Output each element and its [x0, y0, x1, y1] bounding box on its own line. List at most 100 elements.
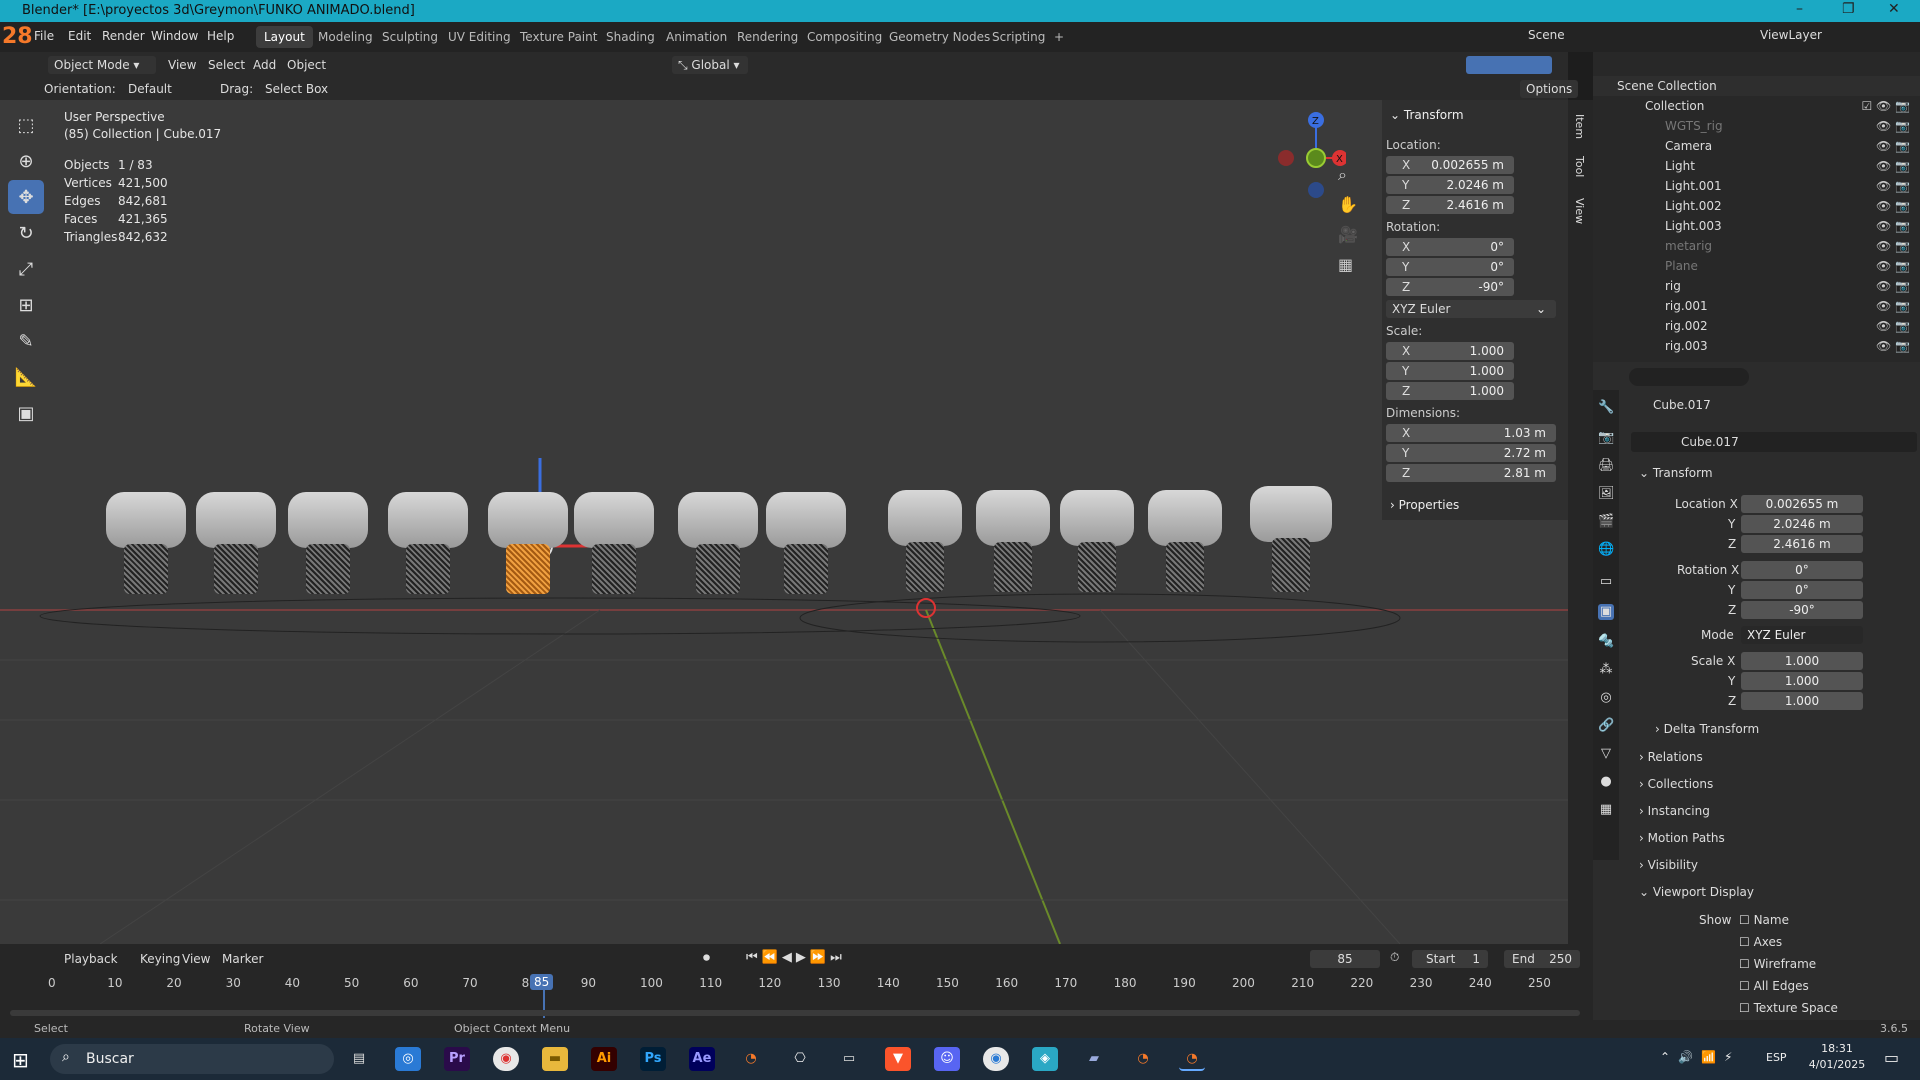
visibility-toggle-icon[interactable]: 👁 📷 — [1876, 219, 1910, 233]
outliner-item[interactable]: metarig 👁 📷 — [1593, 236, 1920, 256]
world-properties-icon[interactable]: 🌐 — [1598, 542, 1614, 558]
prop-rotation-z[interactable]: -90° — [1741, 601, 1863, 619]
minimize-button[interactable]: – — [1796, 1, 1803, 17]
show-axes-checkbox[interactable]: ☐ Axes — [1739, 935, 1782, 949]
npanel-dimensions-y[interactable]: Y 2.72 m — [1386, 444, 1556, 462]
network-app-icon[interactable]: ◈ — [1032, 1047, 1058, 1071]
scale-tool-icon[interactable]: ⤢ — [8, 252, 44, 286]
clock-time[interactable]: 18:31 — [1802, 1042, 1872, 1055]
menu-help[interactable]: Help — [207, 29, 234, 43]
clock-date[interactable]: 4/01/2025 — [1802, 1058, 1872, 1071]
navigation-gizmo[interactable]: Z X — [1270, 108, 1346, 198]
show-name-checkbox[interactable]: ☐ Name — [1739, 913, 1789, 927]
app-window-icon[interactable]: ▭ — [836, 1047, 862, 1071]
prop-scale-x[interactable]: 1.000 — [1741, 652, 1863, 670]
properties-search-input[interactable] — [1629, 368, 1749, 386]
tool-properties-icon[interactable]: 🔧 — [1598, 400, 1614, 416]
view-layer-properties-icon[interactable]: 🖼 — [1598, 486, 1615, 502]
windows-start-icon[interactable]: ⊞ — [12, 1048, 29, 1072]
outliner-item[interactable]: Light.001 👁 📷 — [1593, 176, 1920, 196]
data-properties-icon[interactable]: ▽ — [1598, 746, 1614, 762]
viewport-display-header[interactable]: ⌄ Viewport Display — [1639, 885, 1754, 899]
outliner-item[interactable]: Camera 👁 📷 — [1593, 136, 1920, 156]
visibility-toggle-icon[interactable]: 👁 📷 — [1876, 159, 1910, 173]
tab-rendering[interactable]: Rendering — [729, 26, 806, 48]
photoshop-icon[interactable]: Ps — [640, 1047, 666, 1071]
tab-sculpting[interactable]: Sculpting — [374, 26, 446, 48]
npanel-rotation-x[interactable]: X 0° — [1386, 238, 1514, 256]
prop-location-z[interactable]: 2.4616 m — [1741, 535, 1863, 553]
taskbar-search-box[interactable]: ⌕ Buscar — [50, 1044, 334, 1074]
visibility-toggle-icon[interactable]: 👁 📷 — [1876, 139, 1910, 153]
blender-logo[interactable]: 28 — [2, 24, 33, 49]
end-frame-field[interactable]: End 250 — [1504, 950, 1580, 968]
texture-properties-icon[interactable]: ▦ — [1598, 802, 1614, 818]
material-properties-icon[interactable]: ● — [1598, 774, 1614, 790]
show-all-edges-checkbox[interactable]: ☐ All Edges — [1739, 979, 1809, 993]
viewport-menu-select[interactable]: Select — [208, 58, 245, 72]
collection-properties-icon[interactable]: ▭ — [1598, 574, 1614, 590]
npanel-tab-item[interactable]: Item — [1573, 114, 1586, 139]
visibility-toggle-icon[interactable]: 👁 📷 — [1876, 179, 1910, 193]
grid-toggle-icon[interactable]: ▦ — [1338, 250, 1358, 280]
object-name-field[interactable]: Cube.017 — [1631, 432, 1917, 452]
visibility-toggle-icon[interactable]: 👁 📷 — [1876, 199, 1910, 213]
playhead-frame-label[interactable]: 85 — [530, 974, 554, 990]
outliner-item[interactable]: rig.001 👁 📷 — [1593, 296, 1920, 316]
task-view-icon[interactable]: ▤ — [346, 1047, 372, 1071]
add-cube-tool-icon[interactable]: ▣ — [8, 396, 44, 430]
brave-icon[interactable]: ▼ — [885, 1047, 911, 1071]
menu-edit[interactable]: Edit — [68, 29, 91, 43]
discord-icon[interactable]: ☺ — [934, 1047, 960, 1071]
viewport-menu-view[interactable]: View — [168, 58, 196, 72]
outliner-item[interactable]: Light 👁 📷 — [1593, 156, 1920, 176]
tab-layout[interactable]: Layout — [256, 26, 313, 48]
prop-rotation-mode-dropdown[interactable]: XYZ Euler — [1741, 626, 1863, 644]
prop-scale-z[interactable]: 1.000 — [1741, 692, 1863, 710]
drag-dropdown[interactable]: Select Box — [265, 82, 328, 96]
outliner-item[interactable]: rig.003 👁 📷 — [1593, 336, 1920, 356]
npanel-rotation-y[interactable]: Y 0° — [1386, 258, 1514, 276]
select-box-tool-icon[interactable]: ⬚ — [8, 108, 44, 142]
prop-location-y[interactable]: 2.0246 m — [1741, 515, 1863, 533]
visibility-header[interactable]: › Visibility — [1639, 858, 1698, 872]
timeline-keying-menu[interactable]: Keying — [140, 952, 180, 966]
constraint-properties-icon[interactable]: 🔗 — [1598, 718, 1614, 734]
timeline-playback-menu[interactable]: Playback — [64, 952, 118, 966]
input-language[interactable]: ESP — [1766, 1051, 1787, 1064]
outliner-scene-collection[interactable]: Scene Collection — [1593, 76, 1920, 96]
visibility-toggle-icon[interactable]: 👁 📷 — [1876, 279, 1910, 293]
visibility-toggle-icon[interactable]: 👁 📷 — [1876, 319, 1910, 333]
visibility-toggle-icon[interactable]: 👁 📷 — [1876, 119, 1910, 133]
output-properties-icon[interactable]: 🖨 — [1598, 458, 1615, 474]
copilot-icon[interactable]: ◎ — [395, 1047, 421, 1071]
visibility-toggle-icon[interactable]: 👁 📷 — [1876, 299, 1910, 313]
tab-geometry-nodes[interactable]: Geometry Nodes — [881, 26, 998, 48]
npanel-dimensions-z[interactable]: Z 2.81 m — [1386, 464, 1556, 482]
tab-shading[interactable]: Shading — [598, 26, 663, 48]
npanel-rotation-z[interactable]: Z -90° — [1386, 278, 1514, 296]
move-tool-icon[interactable]: ✥ — [8, 180, 44, 214]
scene-selector[interactable]: Scene — [1528, 28, 1565, 42]
zoom-icon[interactable]: ⌕ — [1338, 160, 1358, 190]
visibility-toggle-icon[interactable]: 👁 📷 — [1876, 239, 1910, 253]
outliner-item[interactable]: Plane 👁 📷 — [1593, 256, 1920, 276]
notification-icon[interactable]: ▭ — [1884, 1048, 1899, 1067]
collections-header[interactable]: › Collections — [1639, 777, 1713, 791]
npanel-rotation-mode[interactable]: XYZ Euler ⌄ — [1386, 300, 1556, 318]
pan-hand-icon[interactable]: ✋ — [1338, 190, 1358, 220]
npanel-location-x[interactable]: X 0.002655 m — [1386, 156, 1514, 174]
illustrator-icon[interactable]: Ai — [591, 1047, 617, 1071]
instancing-header[interactable]: › Instancing — [1639, 804, 1710, 818]
prop-rotation-x[interactable]: 0° — [1741, 561, 1863, 579]
menu-file[interactable]: File — [34, 29, 54, 43]
outliner-item[interactable]: Light.002 👁 📷 — [1593, 196, 1920, 216]
viewport-menu-add[interactable]: Add — [253, 58, 276, 72]
npanel-transform-header[interactable]: ⌄ Transform — [1390, 108, 1464, 122]
add-workspace-button[interactable]: + — [1046, 26, 1072, 48]
playback-controls[interactable]: ⏮⏪◀▶⏩⏭ — [746, 950, 846, 965]
blender-taskbar-icon[interactable]: ◔ — [738, 1047, 764, 1071]
autokey-record-icon[interactable]: ⏺ — [703, 950, 710, 966]
menu-window[interactable]: Window — [151, 29, 198, 43]
file-explorer-icon[interactable]: ▬ — [542, 1047, 568, 1071]
